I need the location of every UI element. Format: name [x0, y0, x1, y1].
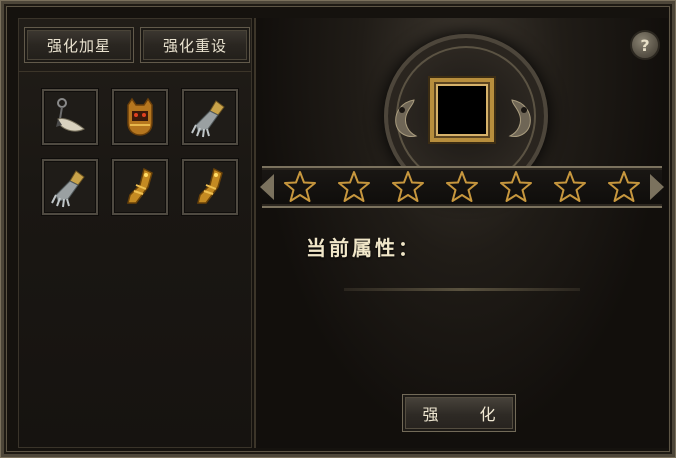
golden-helmet-icon	[127, 97, 153, 136]
star-rating-bar	[260, 166, 664, 208]
equipment-slot-3[interactable]	[182, 89, 238, 145]
tab-enhance-star[interactable]: 强化加星	[24, 27, 134, 63]
enhance-button[interactable]: 强 化	[402, 394, 516, 432]
claw-necklace-icon	[56, 98, 85, 132]
equipment-slot-2[interactable]	[112, 89, 168, 145]
star-icon	[608, 171, 640, 202]
gauntlet-icon	[51, 170, 85, 208]
golden-boot-icon	[197, 167, 223, 204]
equipment-slot-6[interactable]	[182, 159, 238, 215]
enhance-panel: ? 当前属性： 强 化	[254, 18, 668, 448]
golden-boot-icon	[127, 167, 153, 204]
enhance-window: 强化加星 强化重设 ? 当前属性： 强 化	[0, 0, 676, 458]
left-dragon-ornament-icon	[395, 99, 418, 137]
equipment-slot-1[interactable]	[42, 89, 98, 145]
current-attributes-label: 当前属性：	[306, 236, 421, 260]
star-icon	[284, 171, 316, 202]
star-list	[284, 170, 640, 204]
star-icon	[446, 171, 478, 202]
tab-enhance-reset[interactable]: 强化重设	[140, 27, 250, 63]
star-icon	[338, 171, 370, 202]
star-icon	[554, 171, 586, 202]
equipment-slot-4[interactable]	[42, 159, 98, 215]
attribute-divider	[344, 288, 580, 291]
equipment-panel: 强化加星 强化重设	[18, 18, 252, 448]
right-dragon-ornament-icon	[508, 99, 531, 137]
equipment-slot-5[interactable]	[112, 159, 168, 215]
gauntlet-icon	[191, 100, 225, 138]
star-icon	[500, 171, 532, 202]
star-icon	[392, 171, 424, 202]
item-display-slot[interactable]	[430, 78, 494, 142]
help-button[interactable]: ?	[630, 30, 660, 60]
